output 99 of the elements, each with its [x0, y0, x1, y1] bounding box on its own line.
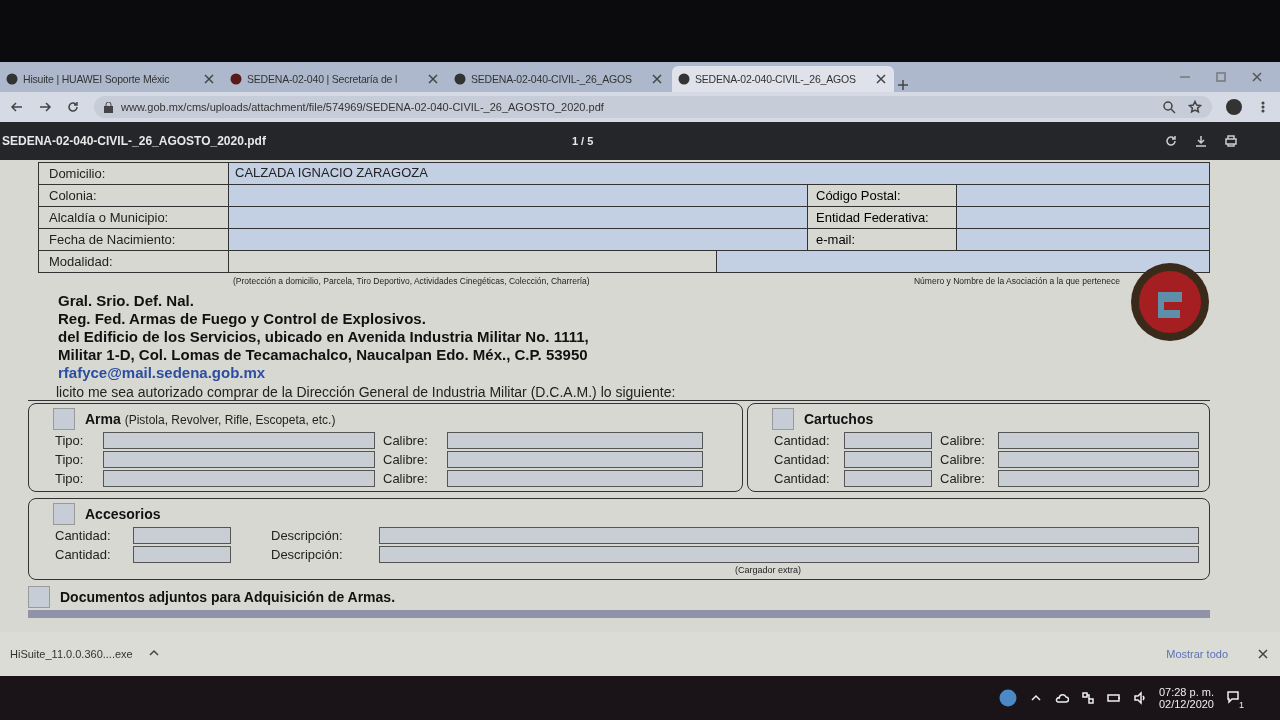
volume-icon[interactable]	[1132, 691, 1147, 705]
field-label: Entidad Federativa:	[807, 207, 957, 228]
email-link[interactable]: rfafyce@mail.sedena.gob.mx	[58, 364, 1130, 381]
input-field[interactable]	[844, 470, 932, 487]
input-field[interactable]	[379, 527, 1199, 544]
back-icon[interactable]	[10, 100, 24, 114]
field-label: Calibre:	[383, 452, 429, 467]
browser-tab[interactable]: SEDENA-02-040-CIVIL-_26_AGOS	[448, 66, 670, 92]
browser-tab[interactable]: SEDENA-02-040 | Secretaría de l	[224, 66, 446, 92]
address-field[interactable]: www.gob.mx/cms/uploads/attachment/file/574969/SEDENA-02-040-CIVIL-_26_AGOSTO_2020.pdf	[94, 96, 1212, 118]
page-indicator: 1 / 5	[571, 135, 594, 147]
checkbox[interactable]	[53, 408, 75, 430]
field-label: Descripción:	[271, 528, 344, 543]
close-icon[interactable]	[1250, 70, 1264, 84]
field-label: Cantidad:	[774, 433, 831, 448]
section-title: Documentos adjuntos para Adquisición de Armas.	[60, 589, 395, 605]
input-field[interactable]	[103, 470, 375, 487]
browser-tab[interactable]: SEDENA-02-040-CIVIL-_26_AGOS	[672, 66, 894, 92]
section-title: Accesorios	[85, 506, 161, 522]
input-field[interactable]	[133, 527, 231, 544]
field-label: Código Postal:	[807, 185, 957, 206]
field-label: Tipo:	[55, 471, 85, 486]
checkbox[interactable]	[772, 408, 794, 430]
close-icon[interactable]	[426, 72, 440, 86]
text-field[interactable]	[229, 229, 807, 250]
network-icon[interactable]	[1080, 691, 1095, 705]
reload-icon[interactable]	[66, 100, 80, 114]
zoom-icon[interactable]	[1162, 100, 1176, 114]
avatar-icon[interactable]	[1226, 99, 1242, 115]
print-icon[interactable]	[1224, 134, 1238, 148]
field-label: Descripción:	[271, 547, 344, 562]
checkbox[interactable]	[53, 503, 75, 525]
text-field[interactable]	[717, 251, 1209, 272]
input-field[interactable]	[998, 451, 1199, 468]
section-title: Arma (Pistola, Revolver, Rifle, Escopeta, etc.)	[85, 411, 336, 427]
field-label: Tipo:	[55, 452, 85, 467]
battery-icon[interactable]	[1106, 691, 1121, 705]
text-field[interactable]	[957, 185, 1209, 206]
show-all-link[interactable]: Mostrar todo	[1166, 648, 1228, 660]
input-field[interactable]	[998, 432, 1199, 449]
text-field[interactable]	[957, 229, 1209, 250]
address-line: Gral. Srio. Def. Nal.	[58, 292, 195, 309]
rotate-icon[interactable]	[1164, 134, 1178, 148]
notification-count: 1	[1237, 700, 1246, 710]
input-field[interactable]	[447, 432, 703, 449]
text-field[interactable]	[229, 207, 807, 228]
input-field[interactable]	[447, 470, 703, 487]
input-field[interactable]	[103, 451, 375, 468]
input-field[interactable]	[133, 546, 231, 563]
text-field[interactable]	[957, 207, 1209, 228]
hint-text: (Protección a domicilio, Parcela, Tiro Deportivo, Actividades Cinegéticas, Colección, Charrería)	[233, 276, 590, 286]
field-label: Cantidad:	[774, 452, 831, 467]
field-label: Calibre:	[383, 433, 429, 448]
field-label: Tipo:	[55, 433, 85, 448]
cloud-icon[interactable]	[1054, 691, 1069, 705]
close-icon[interactable]	[874, 72, 888, 86]
hint-text: (Cargador extra)	[734, 565, 803, 575]
lock-icon	[104, 101, 113, 113]
tab-title: SEDENA-02-040 | Secretaría de l	[247, 73, 399, 85]
close-icon[interactable]	[1256, 647, 1270, 661]
section-title: Cartuchos	[804, 411, 874, 427]
close-icon[interactable]	[202, 72, 216, 86]
text-field[interactable]	[229, 185, 807, 206]
field-label: e-mail:	[807, 229, 957, 250]
notification-icon[interactable]	[1226, 690, 1240, 704]
download-icon[interactable]	[1194, 134, 1208, 148]
field-label: Calibre:	[940, 471, 986, 486]
request-text: licito me sea autorizado comprar de la Dirección General de Industria Militar (D.C.A.M.) lo siguiente:	[28, 384, 1210, 401]
new-tab-icon[interactable]	[896, 78, 910, 92]
field-label: Calibre:	[940, 452, 986, 467]
input-field[interactable]	[447, 451, 703, 468]
tab-title: SEDENA-02-040-CIVIL-_26_AGOS	[471, 73, 633, 85]
close-icon[interactable]	[650, 72, 664, 86]
field-label: Cantidad:	[774, 471, 831, 486]
field-label: Cantidad:	[55, 547, 112, 562]
tab-title: Hisuite | HUAWEI Soporte Méxic	[23, 73, 171, 85]
field-label: Calibre:	[383, 471, 429, 486]
field-label: Calibre:	[940, 433, 986, 448]
browser-tab[interactable]: Hisuite | HUAWEI Soporte Méxic	[0, 66, 222, 92]
input-field[interactable]	[844, 451, 932, 468]
hint-text: Número y Nombre de la Asociación a la que pertenece	[914, 276, 1120, 286]
address-line: Militar 1-D, Col. Lomas de Tecamachalco, Naucalpan Edo. Méx., C.P. 53950	[58, 346, 589, 363]
star-icon[interactable]	[1188, 100, 1202, 114]
clock-date[interactable]: 02/12/2020	[1158, 698, 1214, 710]
input-field[interactable]	[998, 470, 1199, 487]
address-line: del Edificio de los Servicios, ubicado en Avenida Industria Militar No. 1111,	[58, 328, 590, 345]
text-field[interactable]: CALZADA IGNACIO ZARAGOZA	[229, 163, 1209, 184]
address-line: Reg. Fed. Armas de Fuego y Control de Explosivos.	[58, 310, 427, 327]
clock-time[interactable]: 07:28 p. m.	[1158, 686, 1214, 698]
input-field[interactable]	[379, 546, 1199, 563]
field-label: Cantidad:	[55, 528, 112, 543]
forward-icon[interactable]	[38, 100, 52, 114]
url-text: www.gob.mx/cms/uploads/attachment/file/574969/SEDENA-02-040-CIVIL-_26_AGOSTO_2020.pdf	[121, 101, 604, 113]
document-title: SEDENA-02-040-CIVIL-_26_AGOSTO_2020.pdf	[2, 134, 266, 148]
input-field[interactable]	[844, 432, 932, 449]
checkbox[interactable]	[28, 586, 50, 608]
download-item[interactable]: HiSuite_11.0.0.360....exe	[10, 648, 133, 660]
tab-title: SEDENA-02-040-CIVIL-_26_AGOS	[695, 73, 857, 85]
input-field[interactable]	[103, 432, 375, 449]
